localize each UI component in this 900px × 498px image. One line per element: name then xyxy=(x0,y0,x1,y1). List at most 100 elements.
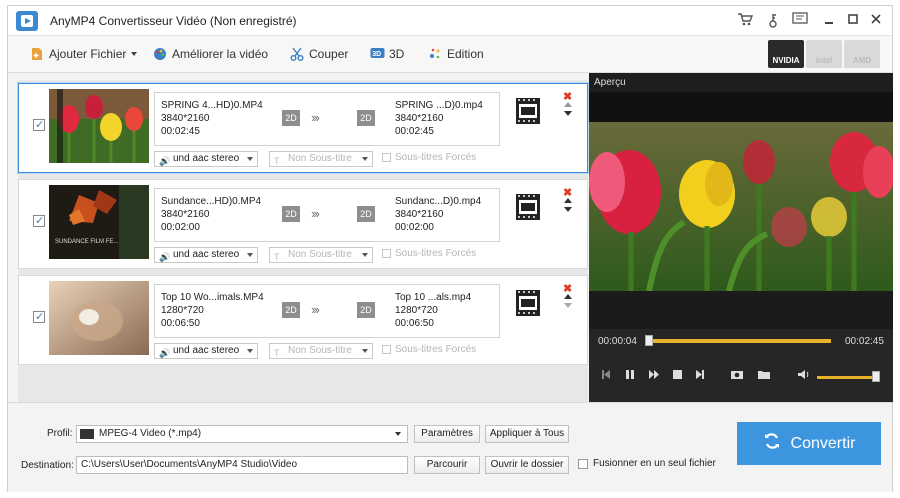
cut-button[interactable]: Couper xyxy=(290,45,348,63)
merge-checkbox[interactable]: Fusionner en un seul fichier xyxy=(578,458,716,469)
cart-icon[interactable] xyxy=(736,12,754,30)
add-file-button[interactable]: Ajouter Fichier xyxy=(30,45,138,63)
enhance-video-button[interactable]: Améliorer la vidéo xyxy=(153,45,268,63)
feedback-icon[interactable] xyxy=(791,12,809,30)
title-bar: AnyMP4 Convertisseur Vidéo (Non enregist… xyxy=(8,6,892,36)
gpu-amd-badge[interactable]: AMD xyxy=(844,40,880,68)
output-format-icon[interactable] xyxy=(515,97,541,125)
pause-icon[interactable] xyxy=(625,369,635,383)
target-duration: 00:06:50 xyxy=(395,318,434,329)
source-filename: SPRING 4...HD)0.MP4 xyxy=(161,100,263,111)
edit-button[interactable]: Edition xyxy=(428,45,484,63)
output-format-icon[interactable] xyxy=(515,289,541,317)
3d-button[interactable]: 3D 3D xyxy=(370,45,404,63)
item-checkbox[interactable] xyxy=(33,310,45,323)
subtitle-select[interactable]: T Non Sous-titre xyxy=(269,247,373,263)
sparkle-icon xyxy=(428,47,442,61)
move-down-icon[interactable] xyxy=(564,303,572,308)
subtitle-value: Non Sous-titre xyxy=(288,249,352,260)
file-info-box: Top 10 Wo...imals.MP4 1280*720 00:06:50 … xyxy=(154,284,500,338)
forced-subtitles-checkbox[interactable]: Sous-titres Forcés xyxy=(382,152,476,163)
open-folder-button[interactable]: Ouvrir le dossier xyxy=(485,456,569,474)
thumbnail-caption: SUNDANCE FILM FE... xyxy=(55,239,119,245)
move-up-icon[interactable] xyxy=(564,198,572,203)
gpu-intel-badge[interactable]: intel xyxy=(806,40,842,68)
move-up-icon[interactable] xyxy=(564,294,572,299)
list-item[interactable]: SPRING 4...HD)0.MP4 3840*2160 00:02:45 2… xyxy=(18,83,588,173)
move-down-icon[interactable] xyxy=(564,111,572,116)
subtitle-select[interactable]: T Non Sous-titre xyxy=(269,343,373,359)
preview-video[interactable] xyxy=(589,122,893,291)
source-filename: Top 10 Wo...imals.MP4 xyxy=(161,292,264,303)
skip-forward-icon[interactable] xyxy=(695,369,705,383)
edit-label: Edition xyxy=(447,47,484,61)
profile-value: MPEG-4 Video (*.mp4) xyxy=(99,428,202,439)
player-controls: 00:00:04 00:02:45 xyxy=(589,329,893,402)
audio-track-select[interactable]: 🔊 und aac stereo xyxy=(154,343,258,359)
output-2d-badge: 2D xyxy=(357,302,375,318)
source-filename: Sundance...HD)0.MP4 xyxy=(161,196,262,207)
seek-bar[interactable] xyxy=(647,339,831,343)
palette-icon xyxy=(153,47,167,61)
convert-icon xyxy=(763,432,781,455)
item-checkbox[interactable] xyxy=(33,118,45,131)
3d-icon: 3D xyxy=(370,47,385,61)
stop-icon[interactable] xyxy=(672,369,682,383)
audio-track-value: und aac stereo xyxy=(173,249,240,260)
profile-select[interactable]: MPEG-4 Video (*.mp4) xyxy=(76,425,408,443)
chevron-down-icon xyxy=(247,157,253,161)
move-up-icon[interactable] xyxy=(564,102,572,107)
add-file-label: Ajouter Fichier xyxy=(49,47,127,61)
input-2d-badge: 2D xyxy=(282,110,300,126)
add-file-icon xyxy=(30,47,44,61)
forced-subtitles-checkbox[interactable]: Sous-titres Forcés xyxy=(382,344,476,355)
subtitle-select[interactable]: T Non Sous-titre xyxy=(269,151,373,167)
scissors-icon xyxy=(290,47,304,61)
volume-icon[interactable] xyxy=(797,369,811,383)
chevron-down-icon xyxy=(131,52,138,56)
fast-forward-icon[interactable] xyxy=(648,369,660,383)
move-down-icon[interactable] xyxy=(564,207,572,212)
item-checkbox[interactable] xyxy=(33,214,45,227)
output-settings: Profil: MPEG-4 Video (*.mp4) Paramètres … xyxy=(8,402,892,492)
video-thumbnail: SUNDANCE FILM FE... xyxy=(49,185,149,259)
output-format-icon[interactable] xyxy=(515,193,541,221)
volume-handle[interactable] xyxy=(872,371,880,382)
parameters-button[interactable]: Paramètres xyxy=(414,425,480,443)
gpu-nvidia-badge[interactable]: NVIDIA xyxy=(768,40,804,68)
enhance-video-label: Améliorer la vidéo xyxy=(172,47,269,61)
audio-track-select[interactable]: 🔊 und aac stereo xyxy=(154,151,258,167)
video-thumbnail xyxy=(49,281,149,355)
speaker-icon: 🔊 xyxy=(159,156,171,166)
key-icon[interactable] xyxy=(764,12,782,30)
preview-letterbox-top xyxy=(589,92,893,122)
current-time: 00:00:04 xyxy=(598,336,637,347)
source-duration: 00:02:45 xyxy=(161,126,200,137)
forced-subtitles-checkbox[interactable]: Sous-titres Forcés xyxy=(382,248,476,259)
merge-label: Fusionner en un seul fichier xyxy=(593,458,716,469)
destination-input[interactable]: C:\Users\User\Documents\AnyMP4 Studio\Vi… xyxy=(76,456,408,474)
audio-track-value: und aac stereo xyxy=(173,153,240,164)
source-info: SPRING 4...HD)0.MP4 3840*2160 00:02:45 xyxy=(161,99,263,138)
mpeg-icon xyxy=(80,429,94,439)
target-duration: 00:02:45 xyxy=(395,126,434,137)
minimize-icon[interactable] xyxy=(820,12,838,30)
seek-handle[interactable] xyxy=(645,335,653,346)
chevron-down-icon xyxy=(362,157,368,161)
target-resolution: 3840*2160 xyxy=(395,209,444,220)
snapshot-icon[interactable] xyxy=(730,369,744,383)
text-icon: T xyxy=(274,348,280,358)
list-item[interactable]: Top 10 Wo...imals.MP4 1280*720 00:06:50 … xyxy=(18,275,588,365)
close-icon[interactable] xyxy=(867,12,885,30)
browse-button[interactable]: Parcourir xyxy=(414,456,480,474)
audio-track-select[interactable]: 🔊 und aac stereo xyxy=(154,247,258,263)
skip-back-icon[interactable] xyxy=(601,369,611,383)
volume-slider[interactable] xyxy=(817,376,879,379)
folder-icon[interactable] xyxy=(757,369,771,383)
maximize-icon[interactable] xyxy=(844,12,862,30)
forced-subtitles-label: Sous-titres Forcés xyxy=(395,248,477,259)
3d-label: 3D xyxy=(389,47,405,61)
apply-to-all-button[interactable]: Appliquer à Tous xyxy=(485,425,569,443)
convert-button[interactable]: Convertir xyxy=(737,422,881,465)
list-item[interactable]: SUNDANCE FILM FE... Sundance...HD)0.MP4 … xyxy=(18,179,588,269)
